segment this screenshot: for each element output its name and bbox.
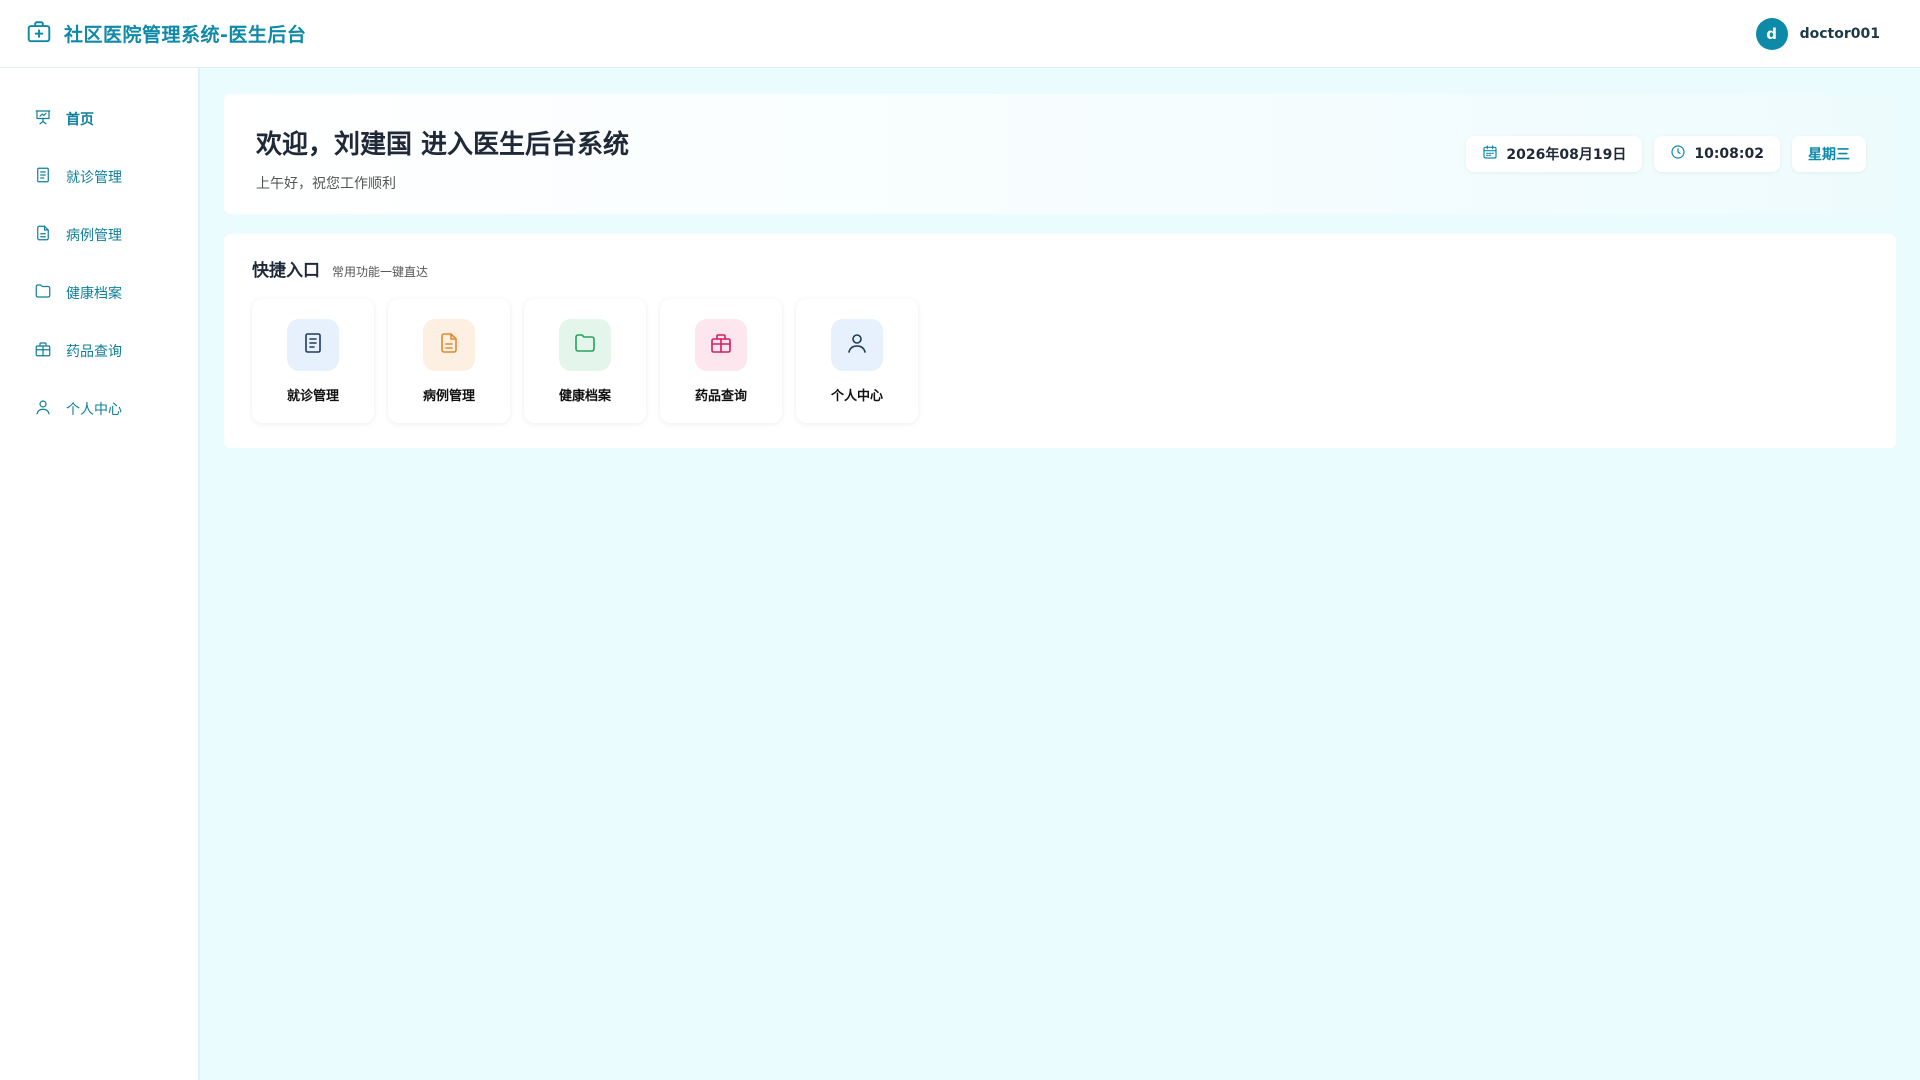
clock-icon <box>1670 144 1686 164</box>
user-icon <box>845 331 869 359</box>
app-title: 社区医院管理系统-医生后台 <box>64 24 307 46</box>
sidebar-item-label: 健康档案 <box>66 286 122 302</box>
card-icon-box <box>695 319 747 371</box>
user-icon <box>34 398 52 420</box>
package-icon <box>709 331 733 359</box>
sidebar-item-label: 药品查询 <box>66 344 122 360</box>
quick-card-health-records[interactable]: 健康档案 <box>524 299 646 423</box>
package-icon <box>34 340 52 362</box>
quick-access-subtitle: 常用功能一键直达 <box>332 265 429 279</box>
main-content: 欢迎，刘建国 进入医生后台系统 上午好，祝您工作顺利 2026年08月19日 1… <box>200 68 1920 1080</box>
sidebar-item-label: 就诊管理 <box>66 170 122 186</box>
quick-access-cards: 就诊管理 病例管理 健康档案 药品查询 个人中心 <box>252 299 1868 423</box>
username[interactable]: doctor001 <box>1800 26 1880 42</box>
clipboard-list-icon <box>301 331 325 359</box>
card-icon-box <box>423 319 475 371</box>
sidebar-item-drugs[interactable]: 药品查询 <box>0 322 198 380</box>
weekday-chip: 星期三 <box>1792 136 1866 172</box>
sidebar-item-profile[interactable]: 个人中心 <box>0 380 198 438</box>
quick-card-drugs[interactable]: 药品查询 <box>660 299 782 423</box>
date-text: 2026年08月19日 <box>1506 147 1627 163</box>
quick-access-header: 快捷入口 常用功能一键直达 <box>252 256 1868 281</box>
weekday-text: 星期三 <box>1808 147 1850 163</box>
calendar-icon <box>1482 144 1498 164</box>
sidebar-item-label: 个人中心 <box>66 402 122 418</box>
card-icon-box <box>287 319 339 371</box>
sidebar-item-home[interactable]: 首页 <box>0 90 198 148</box>
quick-access-title: 快捷入口 <box>252 261 320 281</box>
folder-icon <box>573 331 597 359</box>
quick-card-label: 药品查询 <box>694 389 747 404</box>
folder-icon <box>34 282 52 304</box>
quick-card-profile[interactable]: 个人中心 <box>796 299 918 423</box>
quick-card-visits[interactable]: 就诊管理 <box>252 299 374 423</box>
time-chip: 10:08:02 <box>1654 136 1780 172</box>
sidebar-item-label: 病例管理 <box>66 228 122 244</box>
presentation-icon <box>34 108 52 130</box>
quick-card-label: 病例管理 <box>422 389 475 404</box>
quick-card-label: 就诊管理 <box>286 389 339 404</box>
welcome-banner: 欢迎，刘建国 进入医生后台系统 上午好，祝您工作顺利 2026年08月19日 1… <box>224 94 1896 214</box>
quick-card-label: 个人中心 <box>830 389 883 404</box>
top-header: 社区医院管理系统-医生后台 d doctor001 <box>0 0 1920 68</box>
datetime-chips: 2026年08月19日 10:08:02 星期三 <box>1466 136 1866 172</box>
quick-access-panel: 快捷入口 常用功能一键直达 就诊管理 病例管理 健康档案 药品查询 个人中心 <box>224 234 1896 448</box>
brand[interactable]: 社区医院管理系统-医生后台 <box>26 19 306 49</box>
file-text-icon <box>34 224 52 246</box>
avatar[interactable]: d <box>1755 17 1788 50</box>
sidebar-item-label: 首页 <box>66 112 94 128</box>
file-text-icon <box>437 331 461 359</box>
user-menu[interactable]: d doctor001 <box>1755 17 1894 50</box>
quick-card-label: 健康档案 <box>558 389 611 404</box>
time-text: 10:08:02 <box>1694 146 1764 162</box>
clipboard-list-icon <box>34 166 52 188</box>
sidebar-item-cases[interactable]: 病例管理 <box>0 206 198 264</box>
medical-kit-icon <box>26 19 52 49</box>
sidebar-item-health-records[interactable]: 健康档案 <box>0 264 198 322</box>
sidebar: 首页 就诊管理 病例管理 健康档案 药品查询 个人中心 <box>0 68 200 1080</box>
card-icon-box <box>559 319 611 371</box>
quick-card-cases[interactable]: 病例管理 <box>388 299 510 423</box>
date-chip: 2026年08月19日 <box>1466 136 1643 172</box>
card-icon-box <box>831 319 883 371</box>
welcome-subtitle: 上午好，祝您工作顺利 <box>256 176 396 192</box>
sidebar-item-visits[interactable]: 就诊管理 <box>0 148 198 206</box>
